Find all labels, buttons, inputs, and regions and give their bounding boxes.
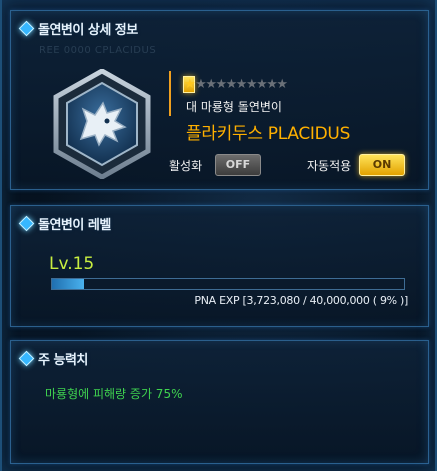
star-empty-icon: ★ — [195, 77, 207, 92]
panel-header: 돌연변이 레벨 — [18, 214, 111, 233]
exp-bar-fill — [52, 279, 84, 289]
diamond-bullet-icon — [18, 350, 35, 367]
auto-apply-label: 자동적용 — [307, 159, 352, 173]
mutant-rank: 대 마룡형 돌연변이 — [186, 100, 282, 114]
mutant-level-panel: 돌연변이 레벨 Lv.15 PNA EXP [3,723,080 / 40,00… — [10, 205, 429, 327]
activate-toggle[interactable]: OFF — [215, 154, 261, 176]
diamond-bullet-icon — [18, 20, 35, 37]
auto-apply-toggle[interactable]: ON — [359, 154, 405, 176]
panel-title: 돌연변이 레벨 — [38, 218, 111, 233]
diamond-bullet-icon — [18, 215, 35, 232]
stat-effect: 마룡형에 피해량 증가 75% — [45, 387, 183, 401]
main-stats-panel: 주 능력치 마룡형에 피해량 증가 75% — [10, 340, 429, 464]
dragon-head-icon — [53, 69, 151, 179]
star-rating: ★★★★★★★★★★ — [183, 76, 288, 93]
exp-bar — [51, 278, 405, 290]
star-empty-icon: ★ — [225, 77, 238, 92]
exp-text: PNA EXP [3,723,080 / 40,000,000 ( 9% )] — [194, 294, 408, 307]
ghost-text: REE 0000 CPLACIDUS — [39, 45, 157, 56]
star-empty-icon: ★ — [266, 77, 278, 92]
mutant-name: 플라키두스 PLACIDUS — [186, 124, 351, 144]
star-empty-icon: ★ — [245, 77, 258, 92]
panel-header: 주 능력치 — [18, 349, 88, 368]
star-empty-icon: ★ — [256, 77, 268, 92]
star-empty-icon: ★ — [276, 77, 288, 92]
orange-divider — [169, 71, 171, 116]
star-empty-icon: ★ — [205, 77, 217, 92]
panel-title: 돌연변이 상세 정보 — [38, 23, 138, 38]
star-empty-icon: ★ — [235, 77, 248, 92]
star-filled-icon: ★ — [183, 76, 196, 93]
panel-title: 주 능력치 — [38, 353, 88, 368]
level-value: Lv.15 — [49, 254, 95, 274]
panel-header: 돌연변이 상세 정보 — [18, 19, 138, 38]
star-empty-icon: ★ — [215, 77, 227, 92]
activate-label: 활성화 — [169, 159, 203, 173]
mutant-detail-panel: 돌연변이 상세 정보 REE 0000 CPLACIDUS ★★★★★★★★★★… — [10, 10, 429, 190]
